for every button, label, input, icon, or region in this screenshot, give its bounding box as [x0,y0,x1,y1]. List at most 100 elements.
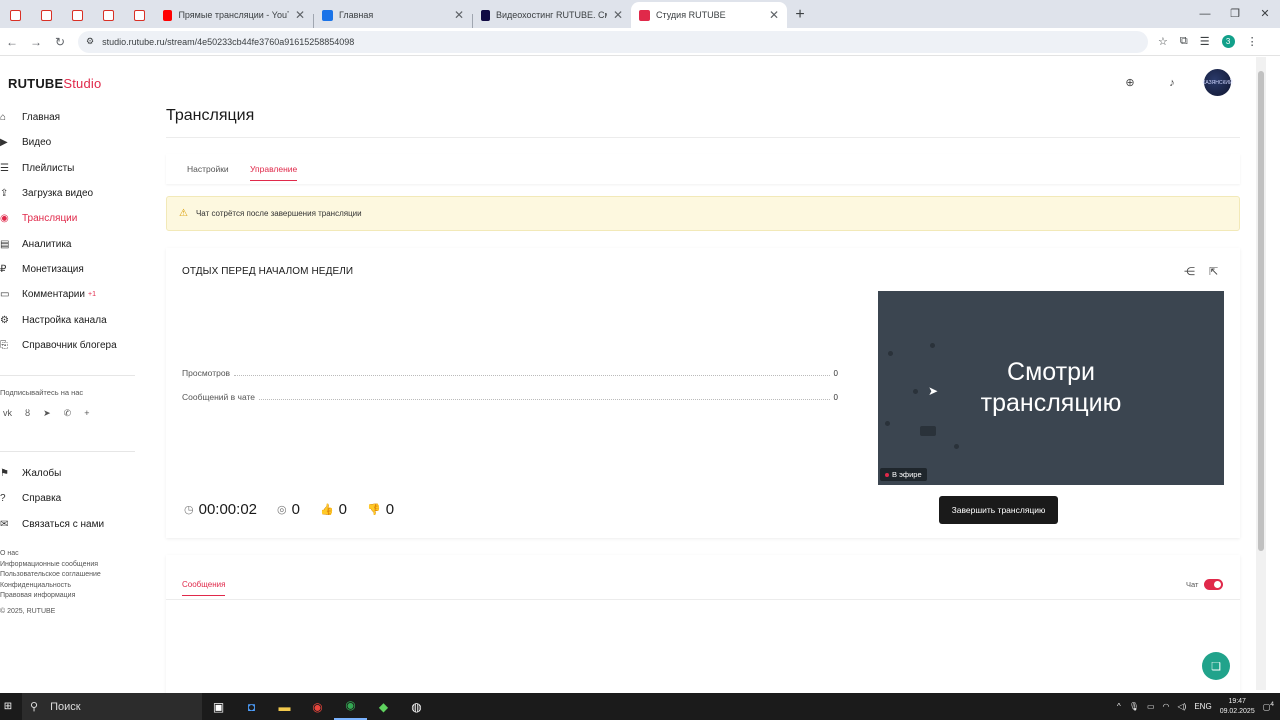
end-stream-button[interactable]: Завершить трансляцию [939,496,1058,524]
sidebar-secondary-nav: ⚑ Жалобы ? Справка ✉ Связаться с нами [0,461,135,537]
reload-icon[interactable]: ↻ [48,35,72,49]
playlist-icon: ☰ [0,162,9,174]
tab-management[interactable]: Управление [250,164,298,181]
odnoklassniki-icon[interactable]: ȣ [25,408,30,419]
tab-messages[interactable]: Сообщения [182,580,226,596]
gmail-icon [134,9,145,21]
page-scrollbar[interactable] [1256,57,1266,690]
gmail-icon [41,9,52,21]
stat-label: Сообщений в чате [182,392,256,402]
sidebar-item-video[interactable]: ▶ Видео [0,130,135,155]
footer-link[interactable]: Пользовательское соглашение [0,570,101,581]
pinned-tab[interactable] [0,2,31,28]
close-tab-icon[interactable]: ✕ [613,8,623,22]
chat-toggle[interactable]: Чат [1186,579,1224,590]
sidebar-item-analytics[interactable]: ▤ Аналитика [0,231,135,256]
more-plus-icon[interactable]: + [84,408,89,419]
pinned-tab[interactable] [62,2,93,28]
sidebar-item-home[interactable]: ⌂ Главная [0,105,135,130]
language-indicator[interactable]: ENG [1194,702,1211,711]
gmail-icon [103,9,114,21]
close-tab-icon[interactable]: ✕ [454,8,464,22]
footer-link[interactable]: Правовая информация [0,591,101,602]
footer-link[interactable]: О нас [0,549,101,560]
bell-icon[interactable]: ♪ [1162,73,1182,93]
bookmark-star-icon[interactable]: ☆ [1158,35,1168,48]
task-view-icon[interactable]: ▣ [202,700,235,714]
chrome-active-icon[interactable]: ◉ [334,693,367,720]
sidebar-item-playlists[interactable]: ☰ Плейлисты [0,156,135,181]
extensions-icon[interactable]: ⧉ [1180,35,1188,48]
footer-link[interactable]: Информационные сообщения [0,560,101,571]
sidebar-item-contact[interactable]: ✉ Связаться с нами [0,512,135,537]
tray-chevron-icon[interactable]: ^ [1117,702,1121,711]
browser-tab[interactable]: Прямые трансляции - YouTube ✕ [155,2,313,28]
notification-icon[interactable]: ▢4 [1263,701,1274,712]
close-tab-icon[interactable]: ✕ [295,8,305,22]
sidebar-item-help[interactable]: ? Справка [0,486,135,511]
share-icon[interactable]: ⋲ [1184,265,1195,278]
site-info-icon[interactable]: ⚙ [86,36,94,47]
outlook-icon[interactable]: ◘ [235,700,268,714]
file-explorer-icon[interactable]: ▬ [268,700,301,714]
clock[interactable]: 19:47 09.02.2025 [1220,697,1255,717]
close-tab-icon[interactable]: ✕ [769,8,779,22]
url-text: studio.rutube.ru/stream/4e50233cb44fe376… [102,36,355,47]
viber-icon[interactable]: ✆ [64,408,72,419]
browser-tab-active[interactable]: Студия RUTUBE ✕ [631,2,787,28]
sidebar-item-label: Жалобы [22,468,62,480]
telegram-icon[interactable]: ➤ [43,408,51,419]
chat-warning-banner: ⚠ Чат сотрётся после завершения трансляц… [166,196,1240,231]
tab-title: Студия RUTUBE [656,10,726,20]
gmail-icon [10,9,21,21]
new-tab-button[interactable]: + [787,2,813,28]
metric-duration: ◷ 00:00:02 [184,501,257,518]
browser-tab[interactable]: Главная ✕ [314,2,472,28]
search-placeholder: Поиск [50,700,81,713]
user-avatar[interactable]: КАЗЯНСКИЙ [1202,69,1233,96]
forward-icon[interactable]: → [24,35,48,49]
sidebar-item-broadcasts[interactable]: ◉ Трансляции [0,206,135,231]
menu-kebab-icon[interactable]: ⋮ [1247,35,1258,48]
create-icon[interactable]: ⊕ [1120,73,1140,93]
volume-icon[interactable]: ◁) [1178,702,1187,711]
footer-link[interactable]: Конфиденциальность [0,581,101,592]
network-icon[interactable]: ▭ [1147,702,1155,711]
stream-preview-player[interactable]: Смотри трансляцию В эфире ➤ [878,291,1224,485]
vk-icon[interactable]: vk [3,408,12,419]
obs-icon[interactable]: ◍ [400,700,433,714]
open-external-icon[interactable]: ⇱ [1209,265,1218,278]
pinned-tab[interactable] [93,2,124,28]
sidebar-item-upload[interactable]: ⇪ Загрузка видео [0,181,135,206]
back-icon[interactable]: ← [0,35,24,49]
support-chat-button[interactable]: ❏ [1202,652,1230,680]
chat-switch[interactable] [1204,579,1224,590]
maximize-icon[interactable]: ❐ [1220,0,1250,28]
sidebar-item-complaints[interactable]: ⚑ Жалобы [0,461,135,486]
taskbar-search[interactable]: ⚲ Поиск [22,693,202,720]
scrollbar-thumb[interactable] [1258,71,1264,551]
tab-settings[interactable]: Настройки [187,164,229,180]
microphone-icon[interactable]: 🎙 [1129,702,1139,711]
browser-tab[interactable]: Видеохостинг RUTUBE. Смотр... ✕ [473,2,631,28]
minimize-icon[interactable]: — [1190,0,1220,28]
sidebar-item-blogger-guide[interactable]: ⎘ Справочник блогера [0,333,135,358]
profile-avatar[interactable]: 3 [1221,35,1235,48]
close-window-icon[interactable]: ✕ [1250,0,1280,28]
sidebar-item-label: Справка [22,493,62,505]
chrome-icon[interactable]: ◉ [301,700,334,714]
app-green-icon[interactable]: ◆ [367,700,400,714]
sidebar-item-comments[interactable]: ▭ Комментарии +1 [0,282,135,307]
tab-title: Главная [339,10,374,20]
pinned-tab[interactable] [31,2,62,28]
media-controls-icon[interactable]: ☰ [1200,35,1210,48]
sidebar-item-monetization[interactable]: ₽ Монетизация [0,257,135,282]
wifi-icon[interactable]: ◠ [1163,702,1170,711]
address-bar[interactable]: ⚙ studio.rutube.ru/stream/4e50233cb44fe3… [78,30,1148,53]
pinned-tab[interactable] [124,2,155,28]
social-links: vk ȣ ➤ ✆ + [3,408,89,419]
rutube-studio-logo[interactable]: RUTUBEStudio [8,76,101,91]
start-icon[interactable]: ⊞ [0,701,16,712]
sidebar-item-channel-settings[interactable]: ⚙ Настройка канала [0,307,135,332]
sidebar-nav: ⌂ Главная ▶ Видео ☰ Плейлисты ⇪ Загрузка вид… [0,105,135,358]
